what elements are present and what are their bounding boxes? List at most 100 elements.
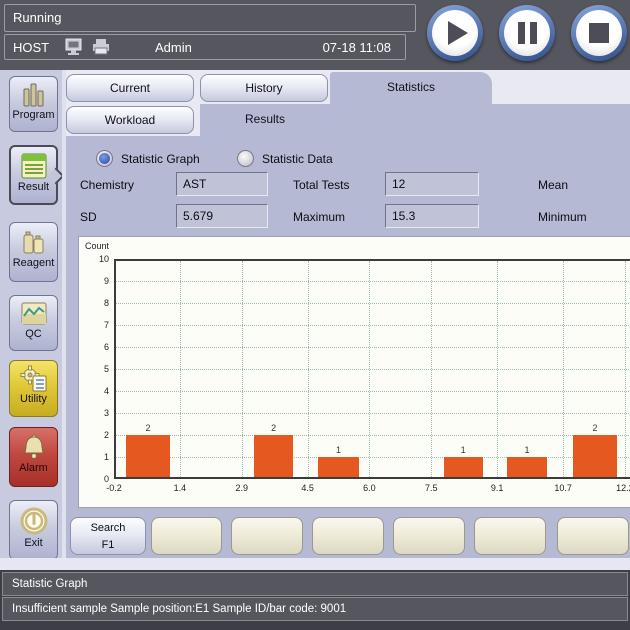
reagent-icon bbox=[19, 227, 49, 257]
radio-statistic-graph[interactable] bbox=[96, 150, 113, 167]
host-box: HOST Admin 07-18 11:08 bbox=[4, 34, 406, 60]
total-tests-field[interactable]: 12 bbox=[385, 172, 479, 196]
chart-ylabel: Count bbox=[85, 241, 109, 251]
y-tick-label: 5 bbox=[85, 364, 109, 374]
status-line-view: Statistic Graph bbox=[2, 572, 628, 596]
tab-workload[interactable]: Workload bbox=[66, 106, 194, 134]
search-button-label: Search bbox=[71, 520, 145, 537]
qc-icon bbox=[19, 300, 49, 328]
statistic-histogram: Count 012345678910-0.21.42.94.56.07.59.1… bbox=[78, 236, 630, 508]
y-gridline bbox=[116, 391, 630, 392]
sd-label: SD bbox=[80, 210, 97, 224]
host-label: HOST bbox=[13, 40, 59, 55]
maximum-field[interactable]: 15.3 bbox=[385, 204, 479, 228]
y-tick-label: 6 bbox=[85, 342, 109, 352]
result-icon bbox=[19, 151, 49, 181]
status-area: Statistic Graph Insufficient sample Samp… bbox=[0, 570, 630, 630]
tab-label: Workload bbox=[105, 113, 155, 127]
status-line-alarm: Insufficient sample Sample position:E1 S… bbox=[2, 597, 628, 621]
x-gridline bbox=[625, 261, 626, 477]
x-tick-label: 2.9 bbox=[226, 483, 258, 493]
histogram-bar bbox=[254, 435, 293, 477]
bottom-divider bbox=[0, 558, 630, 570]
maximum-label: Maximum bbox=[293, 210, 345, 224]
sidebar-item-reagent[interactable]: Reagent bbox=[9, 222, 58, 282]
y-tick-label: 7 bbox=[85, 320, 109, 330]
y-gridline bbox=[116, 369, 630, 370]
x-gridline bbox=[497, 261, 498, 477]
y-gridline bbox=[116, 347, 630, 348]
radio-statistic-data[interactable] bbox=[237, 150, 254, 167]
tab-label: History bbox=[245, 81, 282, 95]
bar-value-label: 1 bbox=[444, 445, 483, 455]
radio-label-statistic-graph: Statistic Graph bbox=[121, 152, 200, 166]
stop-icon bbox=[589, 23, 609, 43]
sidebar-item-result[interactable]: Result bbox=[9, 145, 58, 205]
sidebar-item-label: Utility bbox=[10, 393, 57, 408]
tab-history[interactable]: History bbox=[200, 74, 328, 102]
stop-button[interactable] bbox=[571, 5, 627, 61]
analyzer-screen: Running HOST Admin 07-18 11:08 bbox=[0, 0, 630, 630]
chemistry-field[interactable]: AST bbox=[176, 172, 268, 196]
tab-current[interactable]: Current bbox=[66, 74, 194, 102]
histogram-bar bbox=[573, 435, 616, 477]
monitor-icon bbox=[65, 38, 84, 56]
logged-in-user: Admin bbox=[155, 40, 192, 55]
alarm-bell-icon bbox=[19, 432, 49, 462]
y-gridline bbox=[116, 281, 630, 282]
y-gridline bbox=[116, 325, 630, 326]
y-tick-label: 3 bbox=[85, 408, 109, 418]
sidebar-item-label: Result bbox=[11, 181, 56, 196]
tab-results[interactable]: Results bbox=[200, 104, 330, 136]
sidebar-item-program[interactable]: Program bbox=[9, 76, 58, 132]
function-key-5[interactable] bbox=[393, 517, 465, 555]
y-tick-label: 2 bbox=[85, 430, 109, 440]
y-tick-label: 8 bbox=[85, 298, 109, 308]
y-gridline bbox=[116, 457, 630, 458]
function-key-6[interactable] bbox=[474, 517, 546, 555]
x-axis bbox=[114, 477, 630, 479]
bar-value-label: 2 bbox=[126, 423, 169, 433]
datetime: 07-18 11:08 bbox=[323, 40, 391, 55]
x-gridline bbox=[308, 261, 309, 477]
function-key-3[interactable] bbox=[231, 517, 303, 555]
function-key-7[interactable] bbox=[557, 517, 629, 555]
sidebar-item-utility[interactable]: Utility bbox=[9, 360, 58, 417]
x-gridline bbox=[369, 261, 370, 477]
sidebar-item-label: QC bbox=[10, 328, 57, 343]
bar-value-label: 2 bbox=[254, 423, 293, 433]
x-gridline bbox=[563, 261, 564, 477]
sidebar-item-qc[interactable]: QC bbox=[9, 295, 58, 351]
sidebar-item-alarm[interactable]: Alarm bbox=[9, 427, 58, 487]
pause-button[interactable] bbox=[499, 5, 555, 61]
histogram-bar bbox=[318, 457, 359, 477]
x-tick-label: 1.4 bbox=[164, 483, 196, 493]
play-icon bbox=[448, 21, 468, 45]
histogram-bar bbox=[444, 457, 483, 477]
start-button[interactable] bbox=[427, 5, 483, 61]
x-tick-label: 7.5 bbox=[415, 483, 447, 493]
x-tick-label: 12.2 bbox=[609, 483, 630, 493]
tab-label: Statistics bbox=[387, 80, 435, 94]
y-tick-label: 9 bbox=[85, 276, 109, 286]
tab-label: Current bbox=[110, 81, 150, 95]
sidebar-item-label: Alarm bbox=[10, 462, 57, 477]
top-bar: Running HOST Admin 07-18 11:08 bbox=[0, 0, 630, 73]
plot-top-border bbox=[114, 259, 630, 261]
sidebar-item-label: Program bbox=[10, 109, 57, 124]
sd-field[interactable]: 5.679 bbox=[176, 204, 268, 228]
x-gridline bbox=[242, 261, 243, 477]
chemistry-label: Chemistry bbox=[80, 178, 134, 192]
bar-value-label: 1 bbox=[507, 445, 546, 455]
bar-value-label: 1 bbox=[318, 445, 359, 455]
panel-left-edge bbox=[62, 70, 66, 558]
y-tick-label: 4 bbox=[85, 386, 109, 396]
search-f1-button[interactable]: Search F1 bbox=[70, 517, 146, 555]
function-key-2[interactable] bbox=[151, 517, 222, 555]
sidebar-item-exit[interactable]: Exit bbox=[9, 500, 58, 560]
tab-statistics[interactable]: Statistics bbox=[330, 72, 492, 106]
x-tick-label: -0.2 bbox=[98, 483, 130, 493]
function-key-4[interactable] bbox=[312, 517, 384, 555]
x-tick-label: 10.7 bbox=[547, 483, 579, 493]
minimum-label: Minimum bbox=[538, 210, 587, 224]
